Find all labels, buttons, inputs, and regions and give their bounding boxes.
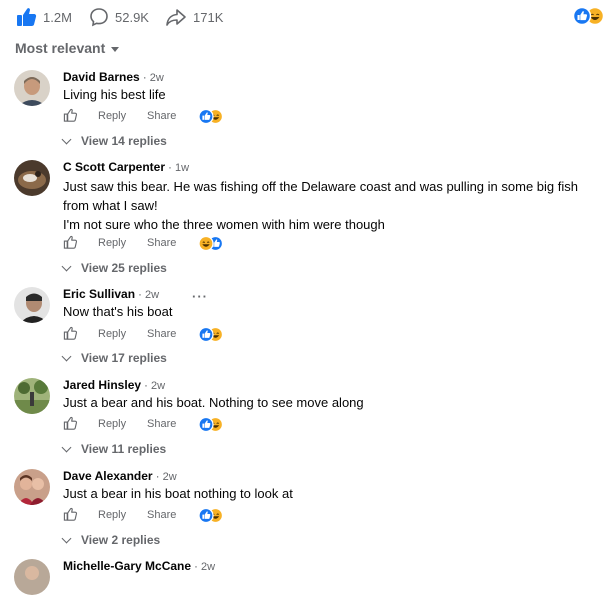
comment-line: from what I saw! xyxy=(63,198,158,213)
reaction-count[interactable] xyxy=(198,326,224,343)
like-icon xyxy=(572,6,592,26)
separator-dot: · xyxy=(138,287,143,301)
share-count: 171K xyxy=(193,9,224,25)
like-outline-icon[interactable] xyxy=(63,108,78,123)
comment-header: Jared Hinsley · 2w xyxy=(63,378,165,392)
reaction-count[interactable] xyxy=(198,507,224,524)
like-count: 1.2M xyxy=(43,9,72,25)
like-icon xyxy=(198,416,214,433)
like-outline-icon[interactable] xyxy=(63,507,78,522)
view-replies-button[interactable]: View 25 replies xyxy=(61,261,167,275)
comment-line: Just saw this bear. He was fishing off t… xyxy=(63,179,578,194)
comment-line: Just a bear in his boat nothing to look … xyxy=(63,486,293,501)
separator-dot: · xyxy=(168,160,173,174)
like-outline-icon[interactable] xyxy=(63,326,78,341)
avatar[interactable] xyxy=(14,287,50,323)
comment-header: Dave Alexander · 2w xyxy=(63,469,177,483)
comment-text: Just a bear and his boat. Nothing to see… xyxy=(63,393,603,412)
view-replies-label: View 17 replies xyxy=(81,351,167,365)
reply-button[interactable]: Reply xyxy=(98,328,126,340)
timestamp[interactable]: 2w xyxy=(145,289,159,301)
separator-dot: · xyxy=(142,70,147,84)
separator-dot: · xyxy=(155,469,160,483)
timestamp[interactable]: 2w xyxy=(163,471,177,483)
like-icon xyxy=(198,326,214,343)
thumbs-up-filled-icon xyxy=(17,8,37,26)
comment-count-button[interactable]: 52.9K xyxy=(89,7,149,27)
comment-line: Just a bear and his boat. Nothing to see… xyxy=(63,395,364,410)
view-replies-button[interactable]: View 14 replies xyxy=(61,134,167,148)
like-icon xyxy=(198,507,214,524)
reaction-count[interactable] xyxy=(198,416,224,433)
chevron-down-icon xyxy=(61,533,72,544)
view-replies-label: View 2 replies xyxy=(81,533,161,547)
author-name[interactable]: Jared Hinsley xyxy=(63,378,141,392)
comment-text: Now that's his boat xyxy=(63,302,603,321)
share-arrow-icon xyxy=(166,9,186,26)
chevron-down-icon xyxy=(61,351,72,362)
avatar[interactable] xyxy=(14,378,50,414)
share-count-button[interactable]: 171K xyxy=(165,7,223,27)
comment-text: Just saw this bear. He was fishing off t… xyxy=(63,177,603,234)
chevron-down-icon xyxy=(61,442,72,453)
share-button[interactable]: Share xyxy=(147,237,176,249)
chevron-down-icon xyxy=(61,261,72,272)
share-button[interactable]: Share xyxy=(147,328,176,340)
comment-line: Living his best life xyxy=(63,87,166,102)
caret-down-icon xyxy=(111,46,120,52)
view-replies-label: View 25 replies xyxy=(81,261,167,275)
timestamp[interactable]: 2w xyxy=(151,380,165,392)
reaction-count[interactable] xyxy=(198,108,224,125)
avatar[interactable] xyxy=(14,70,50,106)
sort-label: Most relevant xyxy=(15,40,106,56)
share-button[interactable]: Share xyxy=(147,509,176,521)
comment-actions: Reply Share xyxy=(63,416,263,434)
author-name[interactable]: C Scott Carpenter xyxy=(63,160,165,174)
share-button[interactable]: Share xyxy=(147,110,176,122)
reply-button[interactable]: Reply xyxy=(98,237,126,249)
author-name[interactable]: Dave Alexander xyxy=(63,469,153,483)
avatar[interactable] xyxy=(14,160,50,196)
reply-button[interactable]: Reply xyxy=(98,418,126,430)
author-name[interactable]: David Barnes xyxy=(63,70,140,84)
author-name[interactable]: Eric Sullivan xyxy=(63,287,135,301)
comment-header: C Scott Carpenter · 1w xyxy=(63,160,189,174)
comment-count: 52.9K xyxy=(115,9,149,25)
share-button[interactable]: Share xyxy=(147,418,176,430)
comment-actions: Reply Share xyxy=(63,108,263,126)
reply-button[interactable]: Reply xyxy=(98,509,126,521)
timestamp[interactable]: 2w xyxy=(150,72,164,84)
comment-actions: Reply Share xyxy=(63,235,263,253)
avatar[interactable] xyxy=(14,559,50,595)
timestamp[interactable]: 1w xyxy=(175,162,189,174)
timestamp[interactable]: 2w xyxy=(201,561,215,573)
comment-text: Living his best life xyxy=(63,85,603,104)
comment-header: Eric Sullivan · 2w xyxy=(63,287,159,301)
comment-text: Just a bear in his boat nothing to look … xyxy=(63,484,603,503)
view-replies-button[interactable]: View 2 replies xyxy=(61,533,161,547)
like-outline-icon[interactable] xyxy=(63,416,78,431)
comment-header: David Barnes · 2w xyxy=(63,70,164,84)
reaction-summary[interactable] xyxy=(572,6,606,26)
comment-actions: Reply Share xyxy=(63,326,263,344)
engagement-bar: 1.2M 52.9K 171K xyxy=(0,0,608,34)
sort-dropdown[interactable]: Most relevant xyxy=(15,40,120,56)
comment-bubble-icon xyxy=(90,8,108,27)
view-replies-button[interactable]: View 11 replies xyxy=(61,442,167,456)
comment-actions: Reply Share xyxy=(63,507,263,525)
view-replies-label: View 11 replies xyxy=(81,442,167,456)
view-replies-button[interactable]: View 17 replies xyxy=(61,351,167,365)
haha-icon xyxy=(198,235,214,252)
avatar[interactable] xyxy=(14,469,50,505)
separator-dot: · xyxy=(144,378,149,392)
reaction-count[interactable] xyxy=(198,235,224,252)
like-icon xyxy=(198,108,214,125)
reply-button[interactable]: Reply xyxy=(98,110,126,122)
comment-line: I'm not sure who the three women with hi… xyxy=(63,217,385,232)
view-replies-label: View 14 replies xyxy=(81,134,167,148)
chevron-down-icon xyxy=(61,134,72,145)
comment-line: Now that's his boat xyxy=(63,304,173,319)
like-count-button[interactable]: 1.2M xyxy=(15,7,72,27)
like-outline-icon[interactable] xyxy=(63,235,78,250)
